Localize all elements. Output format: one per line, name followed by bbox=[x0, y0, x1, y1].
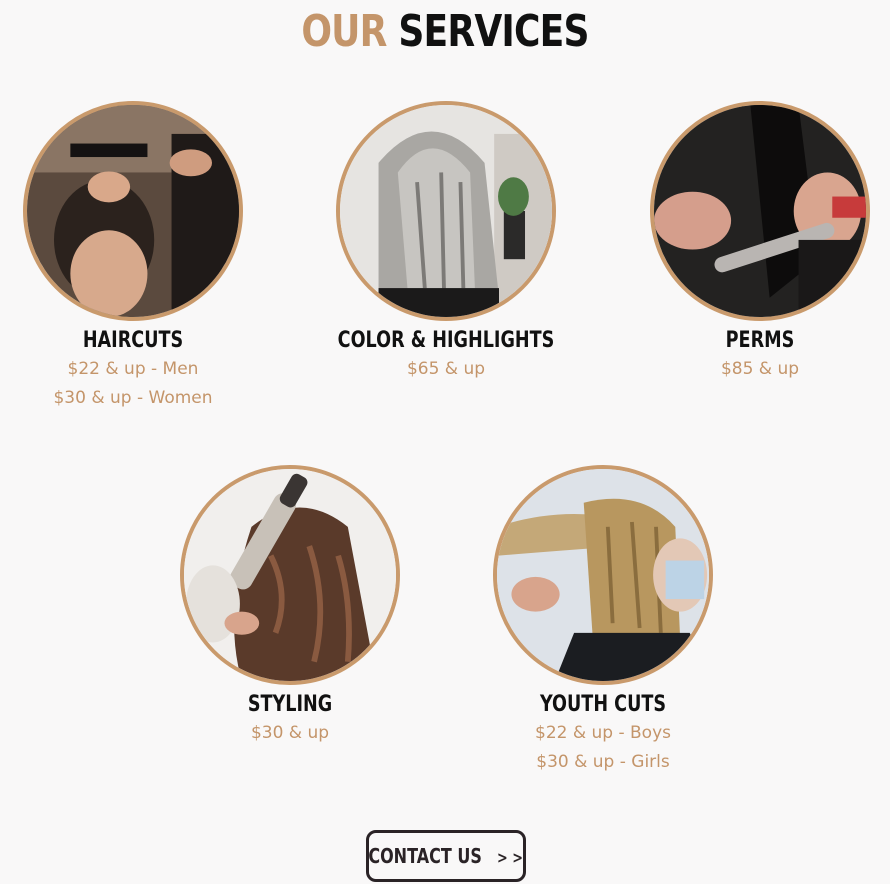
youth-cuts-photo bbox=[493, 465, 713, 685]
service-name: YOUTH CUTS bbox=[539, 692, 667, 717]
service-color-highlights: COLOR & HIGHLIGHTS $65 & up bbox=[296, 101, 596, 384]
service-styling: STYLING $30 & up bbox=[140, 465, 440, 748]
service-name: COLOR & HIGHLIGHTS bbox=[337, 328, 555, 353]
service-price: $30 & up - Girls bbox=[536, 752, 670, 772]
haircuts-photo bbox=[23, 101, 243, 321]
page-title: OUR SERVICES bbox=[80, 4, 810, 60]
service-name: HAIRCUTS bbox=[82, 328, 184, 353]
perms-photo bbox=[650, 101, 870, 321]
service-name: STYLING bbox=[247, 692, 333, 717]
service-price: $22 & up - Men bbox=[67, 359, 199, 379]
service-price: $22 & up - Boys bbox=[535, 723, 671, 743]
service-name: PERMS bbox=[725, 328, 795, 353]
service-price: $85 & up bbox=[720, 359, 800, 379]
service-youth-cuts: YOUTH CUTS $22 & up - Boys $30 & up - Gi… bbox=[453, 465, 753, 777]
color-highlights-photo bbox=[336, 101, 556, 321]
contact-us-button[interactable]: CONTACT US > > bbox=[366, 830, 526, 882]
title-main: SERVICES bbox=[398, 6, 589, 57]
service-price: $30 & up bbox=[250, 723, 330, 743]
double-chevron-right-icon: > > bbox=[497, 848, 524, 867]
service-price: $30 & up - Women bbox=[53, 388, 213, 408]
service-perms: PERMS $85 & up bbox=[610, 101, 890, 384]
service-price: $65 & up bbox=[406, 359, 486, 379]
title-accent: OUR bbox=[301, 6, 387, 57]
contact-us-label: CONTACT US bbox=[368, 844, 483, 868]
service-haircuts: HAIRCUTS $22 & up - Men $30 & up - Women bbox=[0, 101, 283, 413]
styling-photo bbox=[180, 465, 400, 685]
